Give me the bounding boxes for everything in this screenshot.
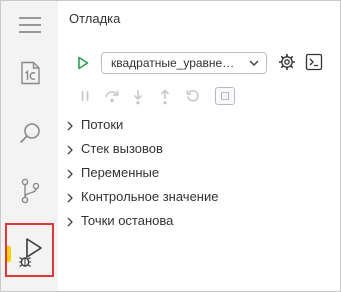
section-label: Переменные — [81, 165, 160, 180]
pause-icon[interactable] — [79, 89, 91, 103]
menu-button[interactable] — [1, 1, 58, 49]
section-threads[interactable]: Потоки — [59, 113, 341, 137]
panel-title: Отладка — [69, 11, 121, 26]
source-control-button[interactable] — [1, 167, 58, 215]
debug-sections: Потоки Стек вызовов Переменные Контрольн… — [59, 113, 341, 233]
run-icon[interactable] — [77, 56, 89, 70]
debug-window: Отладка квадратные_уравнения Потоки Стек… — [0, 0, 341, 292]
restart-icon[interactable] — [186, 89, 200, 103]
chevron-right-icon — [67, 217, 73, 227]
stop-icon — [221, 92, 229, 100]
step-out-icon[interactable] — [159, 89, 171, 105]
chevron-right-icon — [67, 121, 73, 131]
search-icon — [19, 123, 40, 144]
1c-file-icon — [20, 61, 40, 85]
section-watch[interactable]: Контрольное значение — [59, 185, 341, 209]
selection-highlight — [5, 223, 54, 277]
configuration-select-value: квадратные_уравнения — [111, 56, 239, 70]
section-label: Контрольное значение — [81, 189, 219, 204]
activity-bar — [1, 1, 58, 291]
section-variables[interactable]: Переменные — [59, 161, 341, 185]
debug-toolbar — [59, 87, 259, 107]
stop-button[interactable] — [215, 87, 235, 105]
chevron-right-icon — [67, 193, 73, 203]
hamburger-menu-icon — [18, 17, 41, 33]
section-label: Точки останова — [81, 213, 174, 228]
explorer-button[interactable] — [1, 49, 58, 97]
step-into-icon[interactable] — [132, 89, 144, 105]
section-call-stack[interactable]: Стек вызовов — [59, 137, 341, 161]
source-control-icon — [21, 178, 39, 204]
terminal-icon[interactable] — [305, 53, 323, 71]
section-label: Потоки — [81, 117, 124, 132]
section-breakpoints[interactable]: Точки останова — [59, 209, 341, 233]
search-button[interactable] — [1, 109, 58, 157]
chevron-right-icon — [67, 169, 73, 179]
chevron-down-icon — [249, 60, 259, 66]
run-toolbar: квадратные_уравнения — [59, 51, 341, 75]
configuration-select[interactable]: квадратные_уравнения — [101, 52, 267, 74]
gear-icon[interactable] — [278, 53, 296, 71]
debug-panel: Отладка квадратные_уравнения Потоки Стек… — [59, 1, 340, 291]
chevron-right-icon — [67, 145, 73, 155]
step-over-icon[interactable] — [104, 89, 120, 103]
section-label: Стек вызовов — [81, 141, 163, 156]
